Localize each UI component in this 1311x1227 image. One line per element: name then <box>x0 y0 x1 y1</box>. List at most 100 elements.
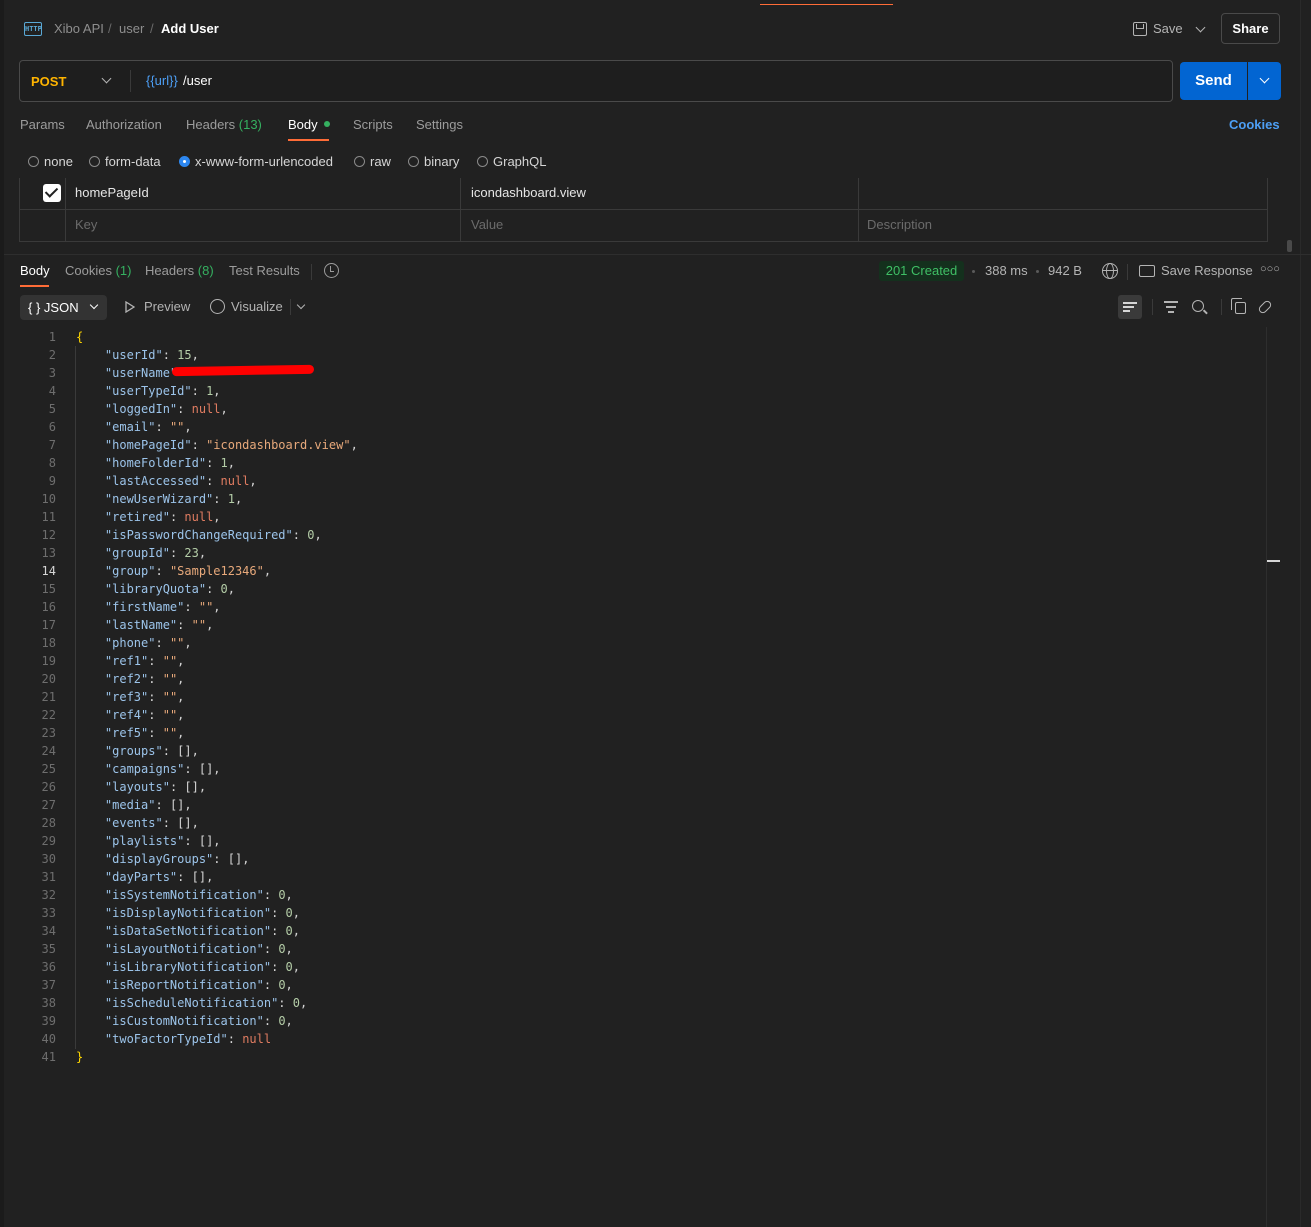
code-line[interactable]: "dayParts": [], <box>76 868 213 886</box>
code-line[interactable]: "groups": [], <box>76 742 199 760</box>
code-line[interactable]: "groupId": 23, <box>76 544 206 562</box>
save-button[interactable]: Save <box>1153 21 1183 36</box>
radio-graphql[interactable]: GraphQL <box>477 154 546 169</box>
code-line[interactable]: "email": "", <box>76 418 192 436</box>
tab-headers[interactable]: Headers (13) <box>186 117 262 132</box>
code-line[interactable]: "ref2": "", <box>76 670 185 688</box>
code-line[interactable]: { <box>76 328 83 346</box>
response-tab-headers[interactable]: Headers (8) <box>145 263 214 278</box>
code-line[interactable]: "twoFactorTypeId": null <box>76 1030 271 1048</box>
cookies-link[interactable]: Cookies <box>1229 117 1280 132</box>
tab-body[interactable]: Body <box>288 117 330 132</box>
description-input-placeholder[interactable]: Description <box>867 217 932 232</box>
kv-column-divider <box>65 178 66 242</box>
status-badge[interactable]: 201 Created <box>879 261 964 281</box>
code-line[interactable]: "isScheduleNotification": 0, <box>76 994 307 1012</box>
code-line[interactable]: "isLayoutNotification": 0, <box>76 940 293 958</box>
code-line[interactable]: "retired": null, <box>76 508 221 526</box>
code-line[interactable]: "homeFolderId": 1, <box>76 454 235 472</box>
history-icon[interactable] <box>324 263 339 278</box>
response-size[interactable]: 942 B <box>1048 263 1082 278</box>
code-line[interactable]: "isCustomNotification": 0, <box>76 1012 293 1030</box>
filter-icon[interactable] <box>1164 300 1178 314</box>
code-line[interactable]: "loggedIn": null, <box>76 400 228 418</box>
code-line[interactable]: "ref3": "", <box>76 688 185 706</box>
response-tab-cookies[interactable]: Cookies (1) <box>65 263 131 278</box>
search-icon[interactable] <box>1192 300 1204 312</box>
radio-raw[interactable]: raw <box>354 154 391 169</box>
code-line[interactable]: "layouts": [], <box>76 778 206 796</box>
code-line[interactable]: "playlists": [], <box>76 832 221 850</box>
globe-icon[interactable] <box>1102 263 1118 279</box>
method-selector[interactable]: POST <box>31 74 66 89</box>
save-response-button[interactable]: Save Response <box>1161 263 1253 278</box>
more-options-icon[interactable]: ○○○ <box>1260 263 1280 275</box>
url-variable[interactable]: {{url}} <box>146 73 178 88</box>
kv-key-cell[interactable]: homePageId <box>75 185 149 200</box>
code-line[interactable]: "lastAccessed": null, <box>76 472 257 490</box>
send-button[interactable]: Send <box>1180 62 1247 100</box>
response-time[interactable]: 388 ms <box>985 263 1028 278</box>
code-line[interactable]: "libraryQuota": 0, <box>76 580 235 598</box>
code-line[interactable]: "userTypeId": 1, <box>76 382 221 400</box>
visualize-chevron-down-icon[interactable] <box>296 300 306 310</box>
request-scrollbar-thumb[interactable] <box>1287 240 1292 252</box>
breadcrumb-folder[interactable]: user <box>119 21 144 36</box>
code-line[interactable]: "homePageId": "icondashboard.view", <box>76 436 358 454</box>
radio-urlencoded[interactable]: x-www-form-urlencoded <box>179 154 333 169</box>
save-options-chevron-down-icon[interactable] <box>1195 22 1206 33</box>
pane-splitter[interactable] <box>4 254 1311 255</box>
tab-params[interactable]: Params <box>20 117 65 132</box>
radio-form-data[interactable]: form-data <box>89 154 161 169</box>
tab-settings[interactable]: Settings <box>416 117 463 132</box>
code-line[interactable]: "isDisplayNotification": 0, <box>76 904 300 922</box>
send-options-button[interactable] <box>1248 62 1281 100</box>
code-line[interactable]: "isPasswordChangeRequired": 0, <box>76 526 322 544</box>
breadcrumb-collection[interactable]: Xibo API <box>54 21 104 36</box>
code-line[interactable]: "isLibraryNotification": 0, <box>76 958 300 976</box>
url-input[interactable]: /user <box>183 73 212 88</box>
format-selector[interactable]: { } JSON <box>20 295 107 320</box>
tab-authorization[interactable]: Authorization <box>86 117 162 132</box>
code-line[interactable]: "userId": 15, <box>76 346 199 364</box>
radio-circle-selected <box>179 156 190 167</box>
value-input-placeholder[interactable]: Value <box>471 217 503 232</box>
code-line[interactable]: "ref5": "", <box>76 724 185 742</box>
code-line[interactable]: "ref4": "", <box>76 706 185 724</box>
code-line[interactable]: "campaigns": [], <box>76 760 221 778</box>
key-input-placeholder[interactable]: Key <box>75 217 97 232</box>
code-line[interactable]: } <box>76 1048 83 1066</box>
code-line[interactable]: "events": [], <box>76 814 199 832</box>
breadcrumb-separator: / <box>150 21 154 36</box>
copy-icon[interactable] <box>1231 298 1246 314</box>
code-line[interactable]: "displayGroups": [], <box>76 850 250 868</box>
code-line[interactable]: "phone": "", <box>76 634 192 652</box>
code-line[interactable]: "media": [], <box>76 796 192 814</box>
code-line[interactable]: "lastName": "", <box>76 616 213 634</box>
code-line[interactable]: "group": "Sample12346", <box>76 562 271 580</box>
link-icon[interactable] <box>1257 299 1273 315</box>
share-button[interactable]: Share <box>1221 13 1280 44</box>
radio-none[interactable]: none <box>28 154 73 169</box>
breadcrumb-request-name[interactable]: Add User <box>161 21 219 36</box>
code-line[interactable]: "ref1": "", <box>76 652 185 670</box>
line-number: 38 <box>41 996 56 1010</box>
save-icon[interactable] <box>1133 22 1147 36</box>
code-line[interactable]: "userName" <box>76 364 177 382</box>
preview-button[interactable]: Preview <box>144 299 190 314</box>
response-tab-test-results[interactable]: Test Results <box>229 263 300 278</box>
code-line[interactable]: "isSystemNotification": 0, <box>76 886 293 904</box>
wrap-lines-icon[interactable] <box>1118 295 1142 319</box>
tab-scripts[interactable]: Scripts <box>353 117 393 132</box>
code-editor[interactable]: 1 {2 "userId": 15, 3 "userName" 4 "userType… <box>20 327 1266 1227</box>
visualize-button[interactable]: Visualize <box>231 299 283 314</box>
response-tab-body[interactable]: Body <box>20 263 50 278</box>
row-enabled-checkbox[interactable] <box>43 184 61 202</box>
code-line[interactable]: "isReportNotification": 0, <box>76 976 293 994</box>
radio-binary[interactable]: binary <box>408 154 459 169</box>
editor-scroll-position-mark[interactable] <box>1267 560 1280 562</box>
code-line[interactable]: "newUserWizard": 1, <box>76 490 242 508</box>
code-line[interactable]: "isDataSetNotification": 0, <box>76 922 300 940</box>
kv-value-cell[interactable]: icondashboard.view <box>471 185 586 200</box>
code-line[interactable]: "firstName": "", <box>76 598 221 616</box>
